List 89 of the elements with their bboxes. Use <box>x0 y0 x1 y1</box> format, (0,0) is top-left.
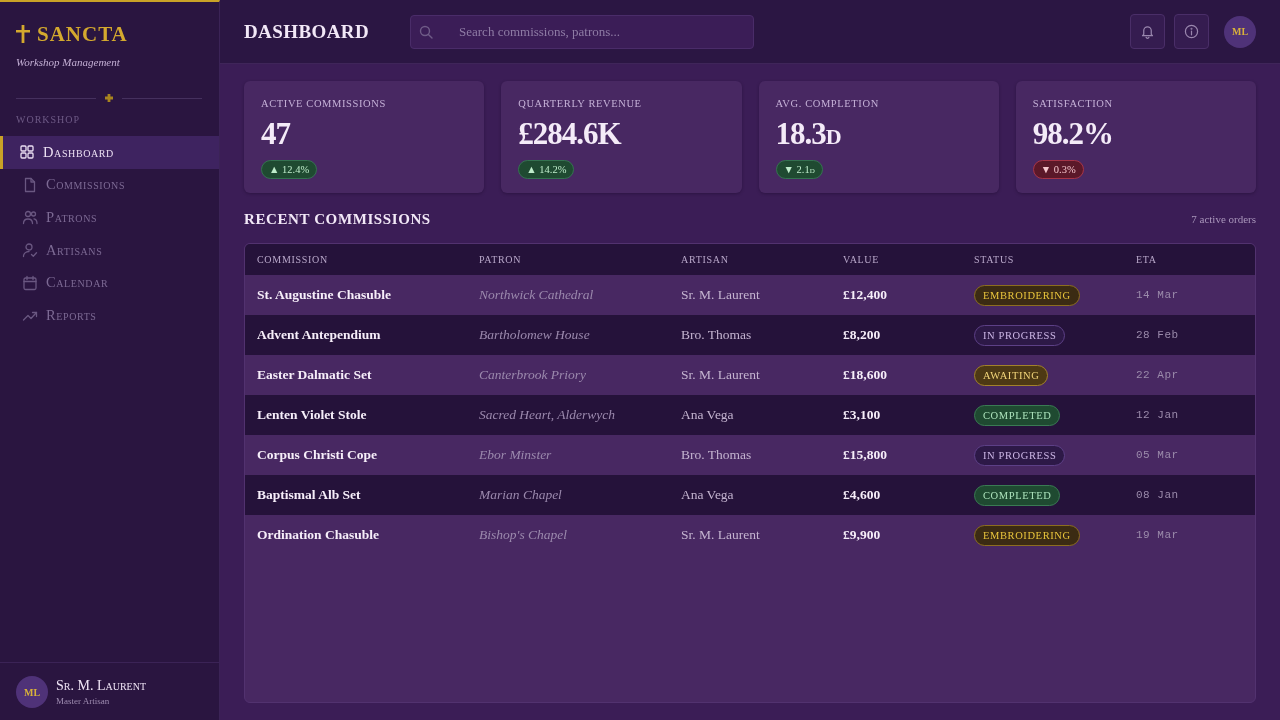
grid-icon <box>19 144 35 161</box>
user-name: Sr. M. Laurent <box>56 677 146 694</box>
artisan-name: Ana Vega <box>681 407 734 423</box>
section-label: WORKSHOP <box>15 113 82 127</box>
patron-name: Northwick Cathedral <box>479 287 594 303</box>
status-badge: EMBROIDERING <box>974 284 1080 306</box>
nav-item[interactable]: Patrons <box>0 201 219 234</box>
patron-name: Bishop's Chapel <box>479 527 567 543</box>
column-header: VALUE <box>843 254 880 265</box>
status-badge: COMPLETED <box>974 404 1061 426</box>
commission-value: £9,900 <box>843 527 881 543</box>
column-header: PATRON <box>479 254 522 265</box>
status-badge: IN PROGRESS <box>974 444 1066 466</box>
nav-item[interactable]: Commissions <box>0 168 219 202</box>
stat-label: SATISFACTION <box>1032 97 1113 110</box>
search-icon <box>419 24 433 39</box>
eta-date: 22 Apr <box>1136 369 1179 381</box>
patron-name: Bartholomew House <box>479 327 590 343</box>
stat-value: £284.6K <box>518 116 621 152</box>
status-badge: EMBROIDERING <box>974 524 1080 546</box>
cross-ornament-icon <box>105 94 113 102</box>
commission-name: Lenten Violet Stole <box>257 407 367 423</box>
person-check-icon <box>22 242 38 259</box>
artisan-name: Sr. M. Laurent <box>681 527 760 543</box>
commission-value: £18,600 <box>843 367 887 383</box>
section-title: RECENT COMMISSIONS <box>244 210 431 228</box>
column-header: ETA <box>1136 254 1157 265</box>
eta-date: 19 Mar <box>1136 529 1179 541</box>
status-badge: AWAITING <box>974 364 1049 386</box>
eta-date: 12 Jan <box>1136 409 1179 421</box>
trend-badge: ▲ 12.4% <box>261 160 318 179</box>
stat-value: 47 <box>261 116 290 152</box>
artisan-name: Bro. Thomas <box>681 327 752 343</box>
stat-label: QUARTERLY REVENUE <box>518 97 642 110</box>
stat-value: 18.3d <box>775 116 841 152</box>
commission-value: £3,100 <box>843 407 881 423</box>
search-field[interactable]: Search commissions, patrons... <box>410 14 754 49</box>
column-header: ARTISAN <box>681 254 729 265</box>
people-icon <box>22 209 38 226</box>
eta-date: 08 Jan <box>1136 489 1179 501</box>
stat-value: 98.2% <box>1032 116 1113 152</box>
commission-value: £12,400 <box>843 287 887 303</box>
commission-value: £8,200 <box>843 327 881 343</box>
info-button[interactable] <box>1174 14 1209 49</box>
commission-name: St. Augustine Chasuble <box>257 287 391 303</box>
artisan-name: Sr. M. Laurent <box>681 287 760 303</box>
column-header: COMMISSION <box>257 254 328 265</box>
patron-name: Canterbrook Priory <box>479 367 587 383</box>
page-title: DASHBOARD <box>244 20 369 43</box>
eta-date: 14 Mar <box>1136 289 1179 301</box>
patron-name: Marian Chapel <box>479 487 562 503</box>
brand-name: SANCTA <box>37 22 128 46</box>
commission-name: Corpus Christi Cope <box>257 447 377 463</box>
notifications-button[interactable] <box>1130 14 1165 49</box>
nav-item[interactable]: Dashboard <box>0 136 219 169</box>
status-badge: COMPLETED <box>974 484 1061 506</box>
stat-label: AVG. COMPLETION <box>775 97 879 110</box>
commission-name: Advent Antependium <box>257 327 381 343</box>
nav-item[interactable]: Calendar <box>0 266 219 299</box>
column-header: STATUS <box>974 254 1015 265</box>
trend-badge: ▼ 2.1d <box>775 160 823 179</box>
nav-item[interactable]: Artisans <box>0 233 219 267</box>
artisan-name: Sr. M. Laurent <box>681 367 760 383</box>
bell-icon <box>1140 24 1155 39</box>
patron-name: Sacred Heart, Alderwych <box>479 407 616 423</box>
commission-value: £15,800 <box>843 447 887 463</box>
order-count: 7 active orders <box>1191 213 1256 225</box>
nav-item[interactable]: Reports <box>0 298 219 332</box>
status-badge: IN PROGRESS <box>974 324 1066 346</box>
commission-name: Easter Dalmatic Set <box>257 367 372 383</box>
eta-date: 28 Feb <box>1136 329 1179 341</box>
stat-label: ACTIVE COMMISSIONS <box>261 97 386 110</box>
artisan-name: Bro. Thomas <box>681 447 752 463</box>
brand-tagline: Workshop Management <box>15 55 121 69</box>
user-avatar[interactable]: ML <box>1224 15 1256 48</box>
cross-icon <box>16 25 30 43</box>
user-role: Master Artisan <box>56 695 111 707</box>
trend-badge: ▼ 0.3% <box>1032 160 1084 179</box>
commission-value: £4,600 <box>843 487 881 503</box>
user-avatar[interactable]: ML <box>16 676 48 708</box>
document-icon <box>22 176 38 193</box>
commission-name: Ordination Chasuble <box>257 527 379 543</box>
trend-badge: ▲ 14.2% <box>518 160 575 179</box>
commission-name: Baptismal Alb Set <box>257 487 361 503</box>
info-icon <box>1184 24 1199 39</box>
eta-date: 05 Mar <box>1136 449 1179 461</box>
artisan-name: Ana Vega <box>681 487 734 503</box>
calendar-icon <box>22 274 38 291</box>
patron-name: Ebor Minster <box>479 447 552 463</box>
